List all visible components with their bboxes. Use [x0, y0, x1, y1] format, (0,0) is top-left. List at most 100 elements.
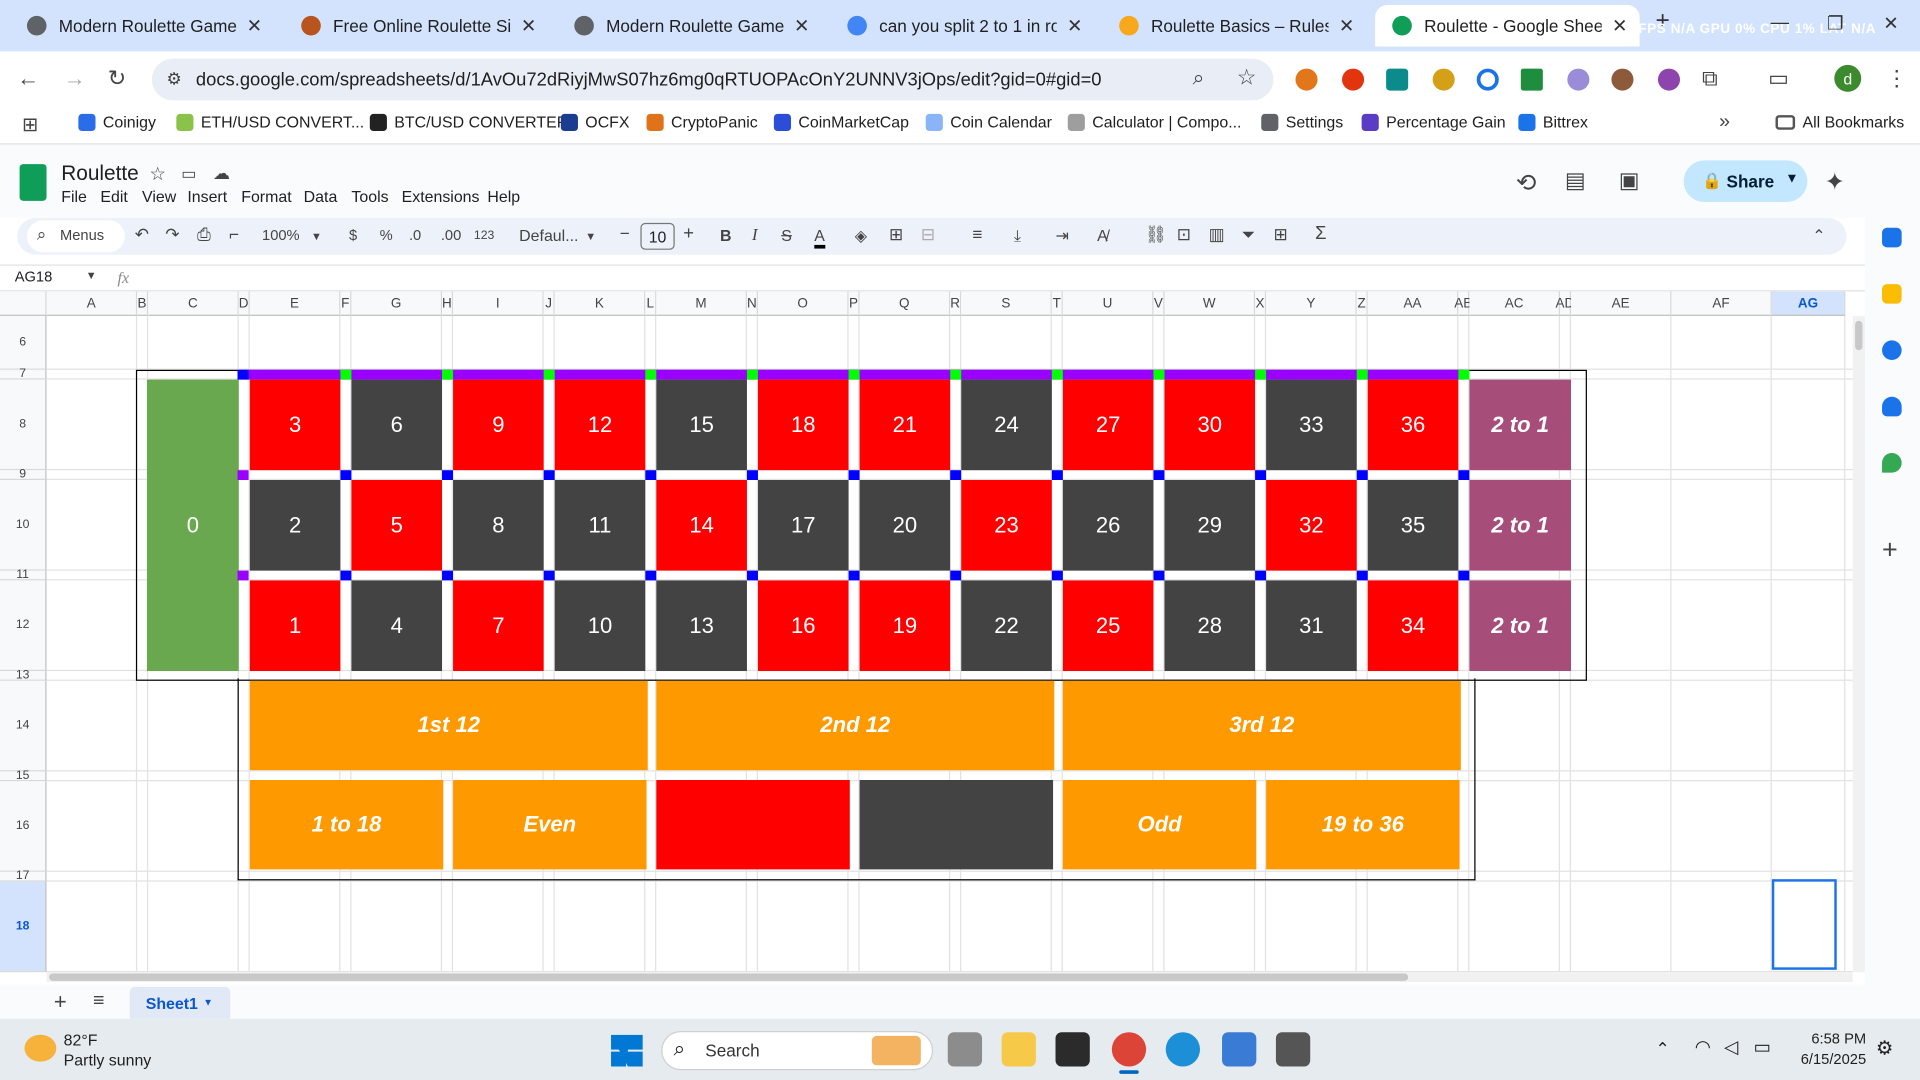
corner-bet-marker[interactable]: [1255, 570, 1267, 581]
increase-font-size-icon[interactable]: +: [683, 223, 694, 244]
column-bet-2-to-1[interactable]: 2 to 1: [1469, 379, 1572, 471]
row-header-13[interactable]: 13: [0, 669, 47, 682]
number-26[interactable]: 26: [1062, 480, 1154, 571]
corner-bet-marker[interactable]: [1458, 570, 1470, 581]
align-vertical-icon[interactable]: ⤓: [1014, 227, 1021, 247]
menu-edit[interactable]: Edit: [100, 187, 127, 205]
column-header-ab[interactable]: AB: [1454, 291, 1472, 316]
column-header-s[interactable]: S: [961, 291, 1052, 316]
app-icon[interactable]: [1222, 1032, 1257, 1067]
insert-chart-icon[interactable]: ▥: [1209, 224, 1225, 245]
row-header-8[interactable]: 8: [0, 379, 47, 471]
font-dropdown-icon[interactable]: ▼: [585, 230, 596, 242]
forward-icon[interactable]: →: [64, 66, 86, 92]
corner-bet-marker[interactable]: [543, 369, 555, 380]
corner-bet-marker[interactable]: [237, 570, 249, 581]
all-sheets-icon[interactable]: ≡: [93, 991, 104, 1013]
column-header-p[interactable]: P: [848, 291, 860, 316]
column-header-g[interactable]: G: [351, 291, 443, 316]
column-header-b[interactable]: B: [137, 291, 149, 316]
percent-format-button[interactable]: %: [380, 227, 393, 244]
menu-view[interactable]: View: [142, 187, 176, 205]
get-addons-icon[interactable]: +: [1882, 534, 1898, 566]
tasks-icon[interactable]: [1882, 340, 1902, 361]
number-9[interactable]: 9: [453, 379, 544, 471]
number-12[interactable]: 12: [554, 379, 646, 471]
column-header-o[interactable]: O: [757, 291, 849, 316]
menu-tools[interactable]: Tools: [351, 187, 388, 205]
calendar-icon[interactable]: [1882, 227, 1902, 248]
extension-icon[interactable]: [1567, 68, 1590, 91]
red-bet[interactable]: [656, 780, 850, 870]
insert-link-icon[interactable]: ⛓: [1145, 224, 1167, 245]
column-header-h[interactable]: H: [442, 291, 454, 316]
more-bookmarks-icon[interactable]: »: [1719, 111, 1730, 133]
tab-search-icon[interactable]: ▭: [1768, 66, 1789, 92]
number-6[interactable]: 6: [351, 379, 443, 471]
show-hidden-icons[interactable]: ⌃: [1656, 1038, 1670, 1059]
tab-close-icon[interactable]: ✕: [1339, 15, 1354, 37]
row-header-10[interactable]: 10: [0, 480, 47, 571]
contacts-icon[interactable]: [1882, 396, 1902, 417]
number-4[interactable]: 4: [351, 580, 443, 672]
number-15[interactable]: 15: [656, 379, 747, 471]
corner-bet-marker[interactable]: [848, 369, 860, 380]
column-header-v[interactable]: V: [1153, 291, 1165, 316]
dozen-bet-1[interactable]: 1st 12: [249, 680, 648, 771]
corner-bet-marker[interactable]: [340, 369, 352, 380]
keep-icon[interactable]: [1882, 284, 1902, 304]
insert-comment-icon[interactable]: ⊡: [1177, 224, 1191, 245]
low-bet[interactable]: 1 to 18: [249, 780, 444, 870]
chrome-icon[interactable]: [1111, 1032, 1147, 1067]
column-header-af[interactable]: AF: [1671, 291, 1772, 316]
number-20[interactable]: 20: [859, 480, 951, 571]
corner-bet-marker[interactable]: [543, 570, 555, 581]
corner-bet-marker[interactable]: [340, 570, 352, 581]
extensions-puzzle-icon[interactable]: ⧉: [1702, 66, 1718, 92]
bookmark-item[interactable]: CoinMarketCap: [773, 113, 909, 131]
number-30[interactable]: 30: [1164, 379, 1256, 471]
restore-icon[interactable]: ❐: [1827, 12, 1843, 34]
volume-icon[interactable]: ◁: [1724, 1036, 1738, 1058]
number-25[interactable]: 25: [1062, 580, 1154, 672]
number-23[interactable]: 23: [961, 480, 1052, 571]
number-19[interactable]: 19: [859, 580, 951, 672]
add-sheet-icon[interactable]: +: [54, 989, 67, 1015]
row-header-16[interactable]: 16: [0, 781, 47, 872]
terminal-icon[interactable]: [1055, 1032, 1090, 1067]
column-bet-2-to-1[interactable]: 2 to 1: [1469, 580, 1572, 672]
column-header-z[interactable]: Z: [1356, 291, 1368, 316]
column-header-y[interactable]: Y: [1266, 291, 1357, 316]
corner-bet-marker[interactable]: [848, 570, 860, 581]
all-bookmarks-button[interactable]: All Bookmarks: [1775, 113, 1904, 131]
row-header-18[interactable]: 18: [0, 881, 47, 973]
site-info-icon[interactable]: ⚙: [167, 69, 182, 90]
tab-close-icon[interactable]: ✕: [521, 15, 536, 37]
file-explorer-icon[interactable]: [1001, 1032, 1036, 1067]
corner-bet-marker[interactable]: [442, 570, 454, 581]
column-header-l[interactable]: L: [645, 291, 657, 316]
corner-bet-marker[interactable]: [1356, 570, 1368, 581]
corner-bet-marker[interactable]: [1255, 470, 1267, 481]
align-horizontal-icon[interactable]: ≡: [972, 224, 982, 244]
black-bet[interactable]: [859, 780, 1054, 870]
number-11[interactable]: 11: [554, 480, 646, 571]
extension-icon[interactable]: [1386, 68, 1409, 91]
text-color-icon[interactable]: A: [814, 227, 825, 249]
column-header-e[interactable]: E: [249, 291, 341, 316]
corner-bet-marker[interactable]: [645, 470, 657, 481]
corner-bet-marker[interactable]: [848, 470, 860, 481]
spreadsheet-grid[interactable]: A B C D E F G H I J K L M N O P Q R S T U V W X Y Z AA AB AC AD AE AF AG…: [0, 291, 1853, 973]
corner-bet-marker[interactable]: [1458, 369, 1470, 380]
gemini-icon[interactable]: ✦: [1824, 167, 1845, 198]
bookmark-item[interactable]: BTC/USD CONVERTER: [369, 113, 568, 131]
column-header-w[interactable]: W: [1164, 291, 1256, 316]
task-view-icon[interactable]: [947, 1032, 983, 1067]
tab-close-icon[interactable]: ✕: [794, 15, 809, 37]
bookmark-star-icon[interactable]: ☆: [1237, 65, 1257, 91]
strikethrough-icon[interactable]: S: [781, 227, 792, 245]
column-bet-2-to-1[interactable]: 2 to 1: [1469, 480, 1572, 571]
clock-time[interactable]: 6:58 PM: [1795, 1030, 1866, 1047]
document-title[interactable]: Roulette: [61, 162, 139, 186]
bookmark-item[interactable]: Coinigy: [78, 113, 156, 131]
